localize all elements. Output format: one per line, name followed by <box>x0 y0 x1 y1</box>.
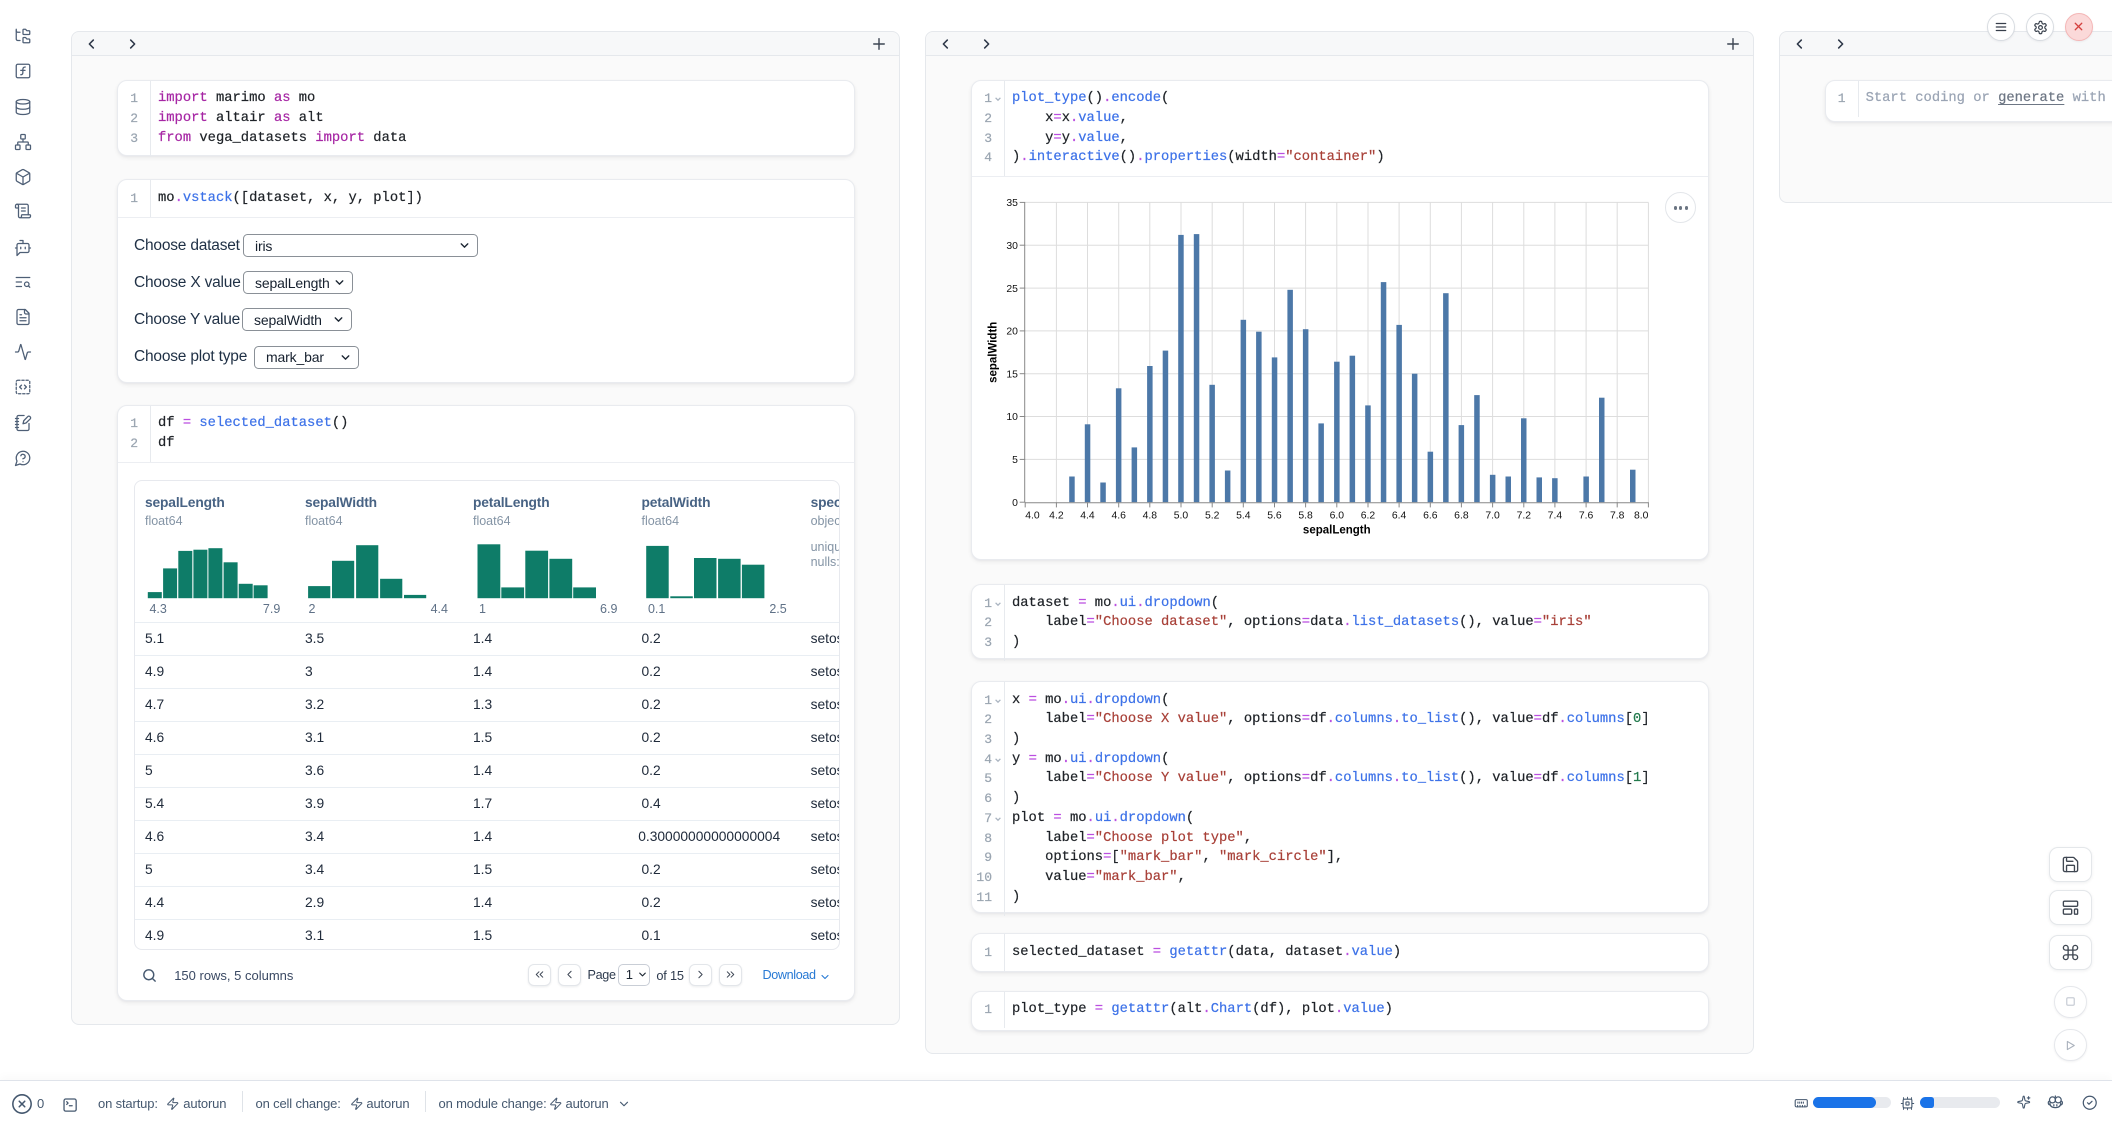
svg-text:8.0: 8.0 <box>1634 511 1649 522</box>
svg-text:7.0: 7.0 <box>1485 511 1500 522</box>
svg-text:20: 20 <box>1006 327 1018 338</box>
svg-text:sepalWidth: sepalWidth <box>988 322 1000 383</box>
svg-text:35: 35 <box>1006 198 1018 209</box>
svg-text:15: 15 <box>1006 369 1018 380</box>
svg-text:7.8: 7.8 <box>1610 511 1625 522</box>
svg-text:4.0: 4.0 <box>1025 511 1040 522</box>
svg-text:25: 25 <box>1006 284 1018 295</box>
svg-text:4.6: 4.6 <box>1111 511 1126 522</box>
svg-text:6.4: 6.4 <box>1392 511 1407 522</box>
svg-text:5.0: 5.0 <box>1174 511 1189 522</box>
svg-text:7.4: 7.4 <box>1548 511 1563 522</box>
svg-text:5.8: 5.8 <box>1298 511 1313 522</box>
svg-text:4.8: 4.8 <box>1143 511 1158 522</box>
svg-text:sepalLength: sepalLength <box>1303 524 1371 536</box>
svg-text:5: 5 <box>1012 455 1018 466</box>
svg-text:5.4: 5.4 <box>1236 511 1251 522</box>
svg-text:5.2: 5.2 <box>1205 511 1220 522</box>
svg-text:4.2: 4.2 <box>1049 511 1064 522</box>
svg-text:4.4: 4.4 <box>1080 511 1095 522</box>
svg-text:6.0: 6.0 <box>1330 511 1345 522</box>
svg-text:5.6: 5.6 <box>1267 511 1282 522</box>
svg-text:7.6: 7.6 <box>1579 511 1594 522</box>
svg-text:6.6: 6.6 <box>1423 511 1438 522</box>
svg-text:6.8: 6.8 <box>1454 511 1469 522</box>
svg-text:6.2: 6.2 <box>1361 511 1376 522</box>
svg-text:10: 10 <box>1006 412 1018 423</box>
svg-text:7.2: 7.2 <box>1517 511 1532 522</box>
svg-text:0: 0 <box>1012 498 1018 509</box>
svg-text:30: 30 <box>1006 241 1018 252</box>
